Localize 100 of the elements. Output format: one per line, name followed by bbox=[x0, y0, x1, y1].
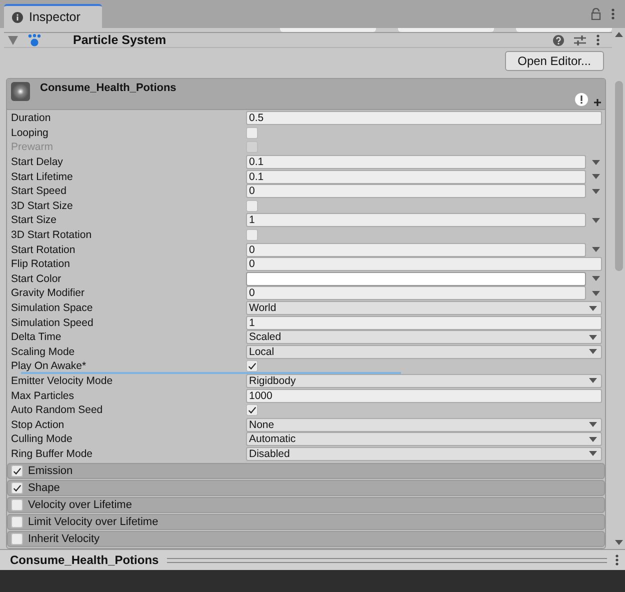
checkbox[interactable] bbox=[11, 516, 23, 528]
property-label: Max Particles bbox=[11, 388, 76, 403]
checkbox[interactable] bbox=[246, 360, 258, 372]
checkbox[interactable] bbox=[246, 126, 258, 139]
property-label: Emitter Velocity Mode bbox=[11, 374, 114, 388]
property-label: Ring Buffer Mode bbox=[11, 446, 94, 462]
dropdown-arrow-icon bbox=[589, 306, 597, 311]
dropdown[interactable]: Disabled bbox=[246, 446, 602, 461]
property-label: Flip Rotation bbox=[11, 257, 71, 272]
module-header[interactable]: Limit Velocity over Lifetime bbox=[7, 514, 605, 530]
property-label: Start Speed bbox=[11, 184, 68, 199]
dropdown[interactable]: Local bbox=[246, 344, 602, 359]
dropdown-arrow-icon[interactable] bbox=[592, 276, 600, 282]
checkbox[interactable] bbox=[246, 404, 258, 416]
scrollbar-thumb[interactable] bbox=[614, 81, 622, 271]
dropdown[interactable]: Automatic bbox=[246, 432, 602, 446]
scroll-down-arrow-icon[interactable] bbox=[614, 540, 622, 545]
property-label: Gravity Modifier bbox=[11, 286, 86, 301]
dropdown-arrow-icon[interactable] bbox=[592, 188, 600, 194]
add-icon[interactable] bbox=[594, 99, 601, 106]
property-label: 3D Start Rotation bbox=[11, 228, 93, 242]
number-field[interactable]: 0 bbox=[246, 257, 602, 272]
module-header[interactable]: Velocity over Lifetime bbox=[7, 497, 605, 514]
dropdown-arrow-icon[interactable] bbox=[592, 160, 600, 165]
dropdown-arrow-icon[interactable] bbox=[592, 174, 600, 180]
property-label: Stop Action bbox=[11, 418, 66, 432]
input-field[interactable] bbox=[280, 28, 376, 32]
checkbox[interactable] bbox=[11, 465, 23, 478]
dropdown-arrow-icon bbox=[589, 378, 597, 384]
system-name: Consume_Health_Potions bbox=[40, 82, 176, 94]
module-header[interactable]: Emission bbox=[7, 463, 605, 480]
dropdown[interactable]: Scaled bbox=[246, 330, 602, 344]
dropdown[interactable]: None bbox=[246, 418, 602, 432]
dropdown-arrow-icon bbox=[589, 349, 597, 354]
dropdown-arrow-icon[interactable] bbox=[592, 218, 600, 223]
color-field[interactable] bbox=[246, 272, 586, 286]
particle-thumbnail bbox=[11, 82, 30, 101]
expand-triangle-icon[interactable] bbox=[8, 36, 18, 44]
component-title: Particle System bbox=[73, 33, 166, 47]
module-label: Emission bbox=[28, 465, 73, 478]
dropdown[interactable]: World bbox=[246, 301, 602, 316]
number-field[interactable]: 1 bbox=[246, 213, 586, 228]
particle-system-icon bbox=[28, 34, 41, 46]
property-label: Play On Awake* bbox=[11, 359, 88, 374]
property-label: Start Delay bbox=[11, 155, 64, 170]
preview-title: Consume_Health_Potions bbox=[10, 553, 159, 567]
module-header[interactable]: Inherit Velocity bbox=[7, 531, 605, 548]
particle-system-header[interactable]: Consume_Health_Potions bbox=[7, 79, 605, 110]
property-label: Duration bbox=[11, 111, 52, 126]
property-label: 3D Start Size bbox=[11, 198, 74, 214]
dropdown-arrow-icon bbox=[589, 422, 597, 428]
lock-icon[interactable] bbox=[591, 8, 601, 20]
dropdown-arrow-icon[interactable] bbox=[592, 247, 600, 252]
dropdown-arrow-icon bbox=[589, 451, 597, 456]
property-label: Simulation Speed bbox=[11, 316, 94, 330]
scroll-up-arrow-icon[interactable] bbox=[614, 32, 622, 37]
property-label: Start Lifetime bbox=[11, 170, 74, 184]
property-label: Start Rotation bbox=[11, 242, 76, 257]
module-label: Shape bbox=[28, 482, 60, 494]
dropdown[interactable]: Rigidbody bbox=[246, 374, 602, 388]
checkbox[interactable] bbox=[246, 229, 258, 242]
input-field[interactable] bbox=[516, 28, 612, 32]
dropdown-arrow-icon[interactable] bbox=[592, 290, 600, 296]
warning-icon bbox=[575, 93, 588, 106]
number-field[interactable]: 0 bbox=[246, 184, 586, 198]
checkbox[interactable] bbox=[246, 200, 258, 212]
help-icon[interactable] bbox=[553, 34, 564, 46]
property-label: Looping bbox=[11, 126, 50, 140]
property-label: Culling Mode bbox=[11, 432, 74, 447]
property-label: Scaling Mode bbox=[11, 344, 76, 360]
number-field[interactable]: 1000 bbox=[246, 388, 602, 403]
property-label: Auto Random Seed bbox=[11, 403, 104, 418]
checkbox[interactable] bbox=[11, 499, 23, 512]
property-label: Start Color bbox=[11, 272, 62, 286]
module-label: Limit Velocity over Lifetime bbox=[28, 516, 158, 528]
module-header[interactable]: Shape bbox=[7, 480, 605, 496]
inspector-tab[interactable]: Inspector bbox=[4, 4, 102, 28]
checkbox[interactable] bbox=[11, 533, 23, 546]
number-field[interactable]: 1 bbox=[246, 316, 602, 330]
dropdown-arrow-icon bbox=[589, 334, 597, 340]
number-field[interactable]: 0.1 bbox=[246, 170, 586, 184]
property-label: Simulation Space bbox=[11, 301, 94, 316]
input-field[interactable] bbox=[398, 28, 494, 32]
open-editor-button[interactable]: Open Editor... bbox=[504, 51, 604, 71]
number-field[interactable]: 0 bbox=[246, 286, 586, 300]
number-field[interactable]: 0.5 bbox=[246, 111, 602, 126]
property-label: Prewarm bbox=[11, 140, 54, 155]
module-label: Inherit Velocity bbox=[28, 533, 100, 546]
number-field[interactable]: 0 bbox=[246, 242, 586, 257]
number-field[interactable]: 0.1 bbox=[246, 155, 586, 170]
more-options-icon[interactable] bbox=[615, 554, 619, 566]
property-label: Delta Time bbox=[11, 330, 62, 344]
module-label: Velocity over Lifetime bbox=[28, 499, 132, 512]
more-options-icon[interactable] bbox=[611, 8, 615, 20]
sliders-icon[interactable] bbox=[574, 34, 586, 46]
more-options-icon[interactable] bbox=[596, 34, 600, 46]
checkbox[interactable] bbox=[11, 482, 23, 494]
dropdown-arrow-icon bbox=[589, 436, 597, 442]
property-label: Start Size bbox=[11, 213, 58, 228]
info-icon bbox=[12, 12, 23, 22]
